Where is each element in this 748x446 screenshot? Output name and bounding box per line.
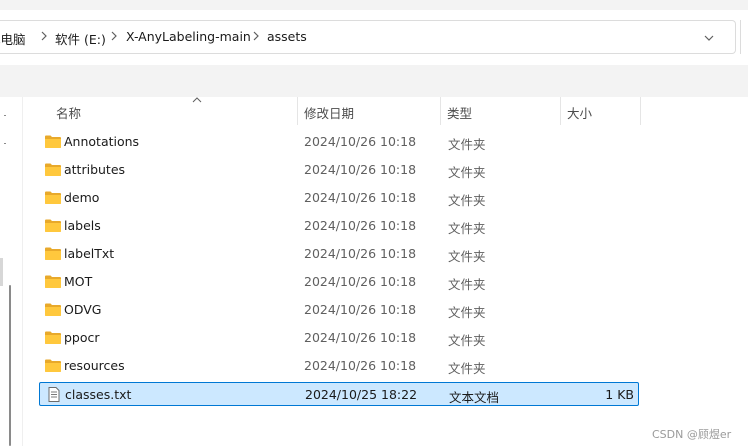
file-name: Annotations (64, 134, 140, 149)
file-type: 文件夹 (448, 333, 486, 348)
file-name: ODVG (64, 302, 102, 317)
command-bar (0, 65, 748, 97)
folder-row[interactable]: MOT 2024/10/26 10:18 文件夹 (39, 270, 639, 294)
file-modified: 2024/10/26 10:18 (304, 330, 417, 345)
breadcrumb-drive-e[interactable]: 软件 (E:) (55, 29, 106, 48)
column-name[interactable]: 名称 (56, 103, 81, 122)
file-modified: 2024/10/26 10:18 (304, 134, 417, 149)
file-type: 文件夹 (448, 361, 486, 376)
folder-icon (44, 162, 62, 177)
nav-marker (4, 143, 6, 144)
chevron-right-icon (39, 28, 49, 44)
file-modified: 2024/10/26 10:18 (304, 358, 417, 373)
file-type: 文件夹 (448, 305, 486, 320)
pane-divider[interactable] (22, 97, 23, 446)
file-type: 文件夹 (448, 277, 486, 292)
file-name: resources (64, 358, 125, 373)
file-type: 文件夹 (448, 221, 486, 236)
chevron-right-icon (251, 28, 261, 44)
folder-icon (44, 302, 62, 317)
file-name: demo (64, 190, 100, 205)
folder-row[interactable]: labels 2024/10/26 10:18 文件夹 (39, 214, 639, 238)
file-name: ppocr (64, 330, 100, 345)
file-type: 文件夹 (448, 249, 486, 264)
nav-scrollbar[interactable] (9, 285, 11, 446)
file-name: classes.txt (65, 387, 132, 402)
text-file-icon (45, 387, 63, 402)
column-type[interactable]: 类型 (447, 103, 472, 122)
column-divider[interactable] (560, 97, 561, 125)
file-name: labels (64, 218, 101, 233)
file-type: 文本文档 (449, 390, 500, 405)
address-bar[interactable]: 此电脑 软件 (E:) X-AnyLabeling-main assets (0, 20, 736, 54)
column-divider[interactable] (640, 97, 641, 125)
folder-icon (44, 330, 62, 345)
file-type: 文件夹 (448, 193, 486, 208)
breadcrumb-this-pc[interactable]: 此电脑 (0, 29, 26, 48)
chevron-down-icon[interactable] (700, 30, 718, 46)
file-modified: 2024/10/26 10:18 (304, 302, 417, 317)
file-modified: 2024/10/26 10:18 (304, 162, 417, 177)
sort-ascending-icon (192, 97, 202, 103)
column-header: 名称 修改日期 类型 大小 (23, 97, 748, 125)
file-modified: 2024/10/26 10:18 (304, 274, 417, 289)
file-name: MOT (64, 274, 93, 289)
watermark: CSDN @顾煜er (652, 428, 732, 441)
folder-icon (44, 218, 62, 233)
folder-row[interactable]: demo 2024/10/26 10:18 文件夹 (39, 186, 639, 210)
file-modified: 2024/10/26 10:18 (304, 190, 417, 205)
folder-icon (44, 246, 62, 261)
chevron-right-icon (109, 28, 119, 44)
file-name: labelTxt (64, 246, 115, 261)
column-modified[interactable]: 修改日期 (304, 103, 354, 122)
folder-row[interactable]: labelTxt 2024/10/26 10:18 文件夹 (39, 242, 639, 266)
file-modified: 2024/10/26 10:18 (304, 218, 417, 233)
file-size: 1 KB (605, 387, 634, 402)
column-divider[interactable] (440, 97, 441, 125)
column-size[interactable]: 大小 (567, 103, 592, 122)
file-name: attributes (64, 162, 126, 177)
breadcrumb-assets[interactable]: assets (267, 29, 307, 44)
folder-row[interactable]: ppocr 2024/10/26 10:18 文件夹 (39, 326, 639, 350)
folder-row[interactable]: Annotations 2024/10/26 10:18 文件夹 (39, 130, 639, 154)
folder-row[interactable]: resources 2024/10/26 10:18 文件夹 (39, 354, 639, 378)
nav-selection-indicator (0, 258, 3, 286)
file-type: 文件夹 (448, 137, 486, 152)
title-bar-strip (0, 0, 748, 10)
folder-icon (44, 274, 62, 289)
folder-icon (44, 358, 62, 373)
file-row[interactable]: classes.txt 2024/10/25 18:22 文本文档 1 KB (39, 382, 639, 406)
folder-row[interactable]: attributes 2024/10/26 10:18 文件夹 (39, 158, 639, 182)
file-modified: 2024/10/25 18:22 (305, 387, 418, 402)
column-divider[interactable] (297, 97, 298, 125)
file-type: 文件夹 (448, 165, 486, 180)
file-modified: 2024/10/26 10:18 (304, 246, 417, 261)
navigation-pane[interactable] (0, 97, 22, 446)
folder-icon (44, 190, 62, 205)
folder-icon (44, 134, 62, 149)
nav-marker (4, 115, 6, 116)
search-box-edge[interactable] (740, 20, 748, 54)
folder-row[interactable]: ODVG 2024/10/26 10:18 文件夹 (39, 298, 639, 322)
breadcrumb-x-anylabeling-main[interactable]: X-AnyLabeling-main (126, 29, 251, 44)
